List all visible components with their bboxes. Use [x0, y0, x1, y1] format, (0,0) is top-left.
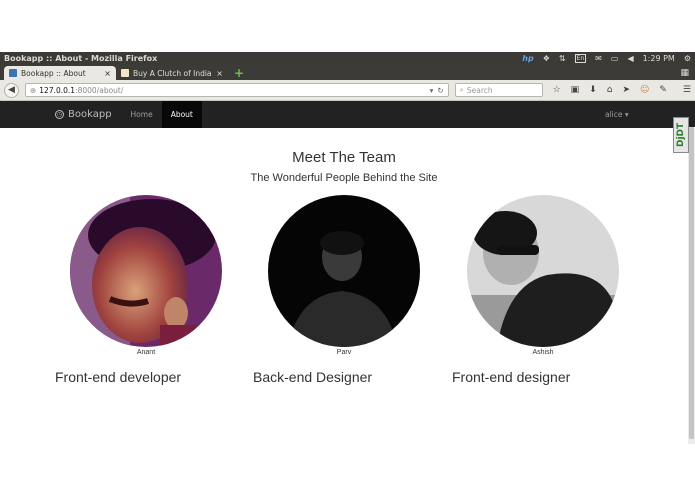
page-scrollbar[interactable] [688, 127, 695, 444]
battery-icon[interactable]: ▭ [611, 54, 619, 63]
amazon-favicon-icon [121, 69, 129, 77]
brand-logo-icon: ◷ [55, 110, 64, 119]
team-member-role: Front-end designer [452, 369, 571, 385]
avatar [70, 195, 222, 347]
django-debug-toolbar-handle[interactable]: DjDT [673, 117, 689, 153]
team-member-card: Anant [70, 195, 222, 356]
mail-icon[interactable]: ✉ [595, 54, 602, 63]
search-placeholder: Search [466, 85, 493, 95]
team-member-name: Anant [136, 349, 156, 356]
tab-close-icon[interactable]: × [216, 69, 223, 78]
browser-tab-strip: Bookapp :: About × Buy A Clutch of India… [0, 65, 695, 80]
tab-list-icon[interactable]: ▦ [680, 66, 695, 80]
volume-icon[interactable]: ◀ [627, 54, 633, 63]
network-icon[interactable]: ⇅ [559, 54, 566, 63]
url-dropdown-chevron-icon[interactable]: ▾ [430, 86, 434, 95]
hp-icon[interactable]: hp [522, 54, 533, 63]
clock[interactable]: 1:29 PM [643, 54, 675, 63]
tab-bookapp-about[interactable]: Bookapp :: About × [4, 66, 116, 80]
download-icon[interactable]: ⬇ [589, 85, 597, 95]
dropbox-icon[interactable]: ❖ [543, 54, 550, 63]
browser-navigation-bar: ◀ ⊕ 127.0.0.1 :8000/about/ ▾ ↻ ⌕ Search … [0, 80, 695, 101]
avatar [467, 195, 619, 347]
team-member-name: Ashish [532, 349, 554, 356]
nav-about-link[interactable]: About [161, 101, 202, 128]
page-title: Meet The Team [292, 149, 396, 166]
home-icon[interactable]: ⌂ [607, 85, 613, 95]
top-margin [0, 0, 695, 52]
brand-label: Bookapp [68, 109, 112, 120]
settings-gear-icon[interactable]: ⚙ [684, 54, 691, 63]
tab-label: Buy A Clutch of India... [133, 68, 213, 78]
brand-link[interactable]: ◷ Bookapp [55, 109, 112, 120]
url-path: :8000/about/ [75, 85, 124, 95]
reload-icon[interactable]: ↻ [437, 86, 443, 95]
url-host: 127.0.0.1 [39, 85, 76, 95]
page-subtitle: The Wonderful People Behind the Site [250, 172, 438, 184]
nav-home-link[interactable]: Home [122, 101, 162, 128]
browser-toolbar-icons: ☆ ▣ ⬇ ⌂ ➤ ☺ ✎ ☰ [553, 85, 691, 95]
window-title: Bookapp :: About - Mozilla Firefox [4, 54, 158, 63]
bookmark-star-icon[interactable]: ☆ [553, 85, 561, 95]
new-tab-plus-icon[interactable]: + [234, 66, 244, 80]
team-member-card: Ashish [467, 195, 619, 356]
menu-hamburger-icon[interactable]: ☰ [683, 85, 691, 95]
back-arrow-icon[interactable]: ◀ [4, 82, 19, 98]
page-content: Meet The Team The Wonderful People Behin… [0, 127, 688, 444]
search-field[interactable]: ⌕ Search [454, 83, 543, 97]
reading-list-icon[interactable]: ▣ [571, 85, 580, 95]
tab-label: Bookapp :: About [21, 68, 86, 78]
bookapp-favicon-icon [9, 69, 17, 77]
scrollbar-thumb[interactable] [689, 127, 694, 439]
addon-icon[interactable]: ☺ [640, 85, 649, 95]
bottom-margin [0, 444, 695, 494]
team-member-role: Back-end Designer [253, 369, 373, 385]
team-member-card: Parv [268, 195, 420, 356]
keyboard-layout-indicator[interactable]: En [574, 54, 587, 63]
avatar [268, 195, 420, 347]
system-tray: hp ❖ ⇅ En ✉ ▭ ◀ 1:29 PM ⚙ [522, 54, 691, 63]
team-member-name: Parv [336, 349, 352, 356]
search-icon: ⌕ [459, 85, 464, 94]
url-bar[interactable]: ⊕ 127.0.0.1 :8000/about/ ▾ ↻ [24, 83, 449, 97]
team-member-role: Front-end developer [55, 369, 182, 385]
send-icon[interactable]: ➤ [622, 85, 630, 95]
tab-close-icon[interactable]: × [104, 69, 111, 78]
tab-buy-clutch[interactable]: Buy A Clutch of India... × [116, 66, 228, 80]
app-navbar: ◷ Bookapp Home About alice ▾ [0, 101, 695, 128]
globe-icon: ⊕ [29, 85, 37, 95]
extension-icon[interactable]: ✎ [659, 85, 667, 95]
os-title-bar: Bookapp :: About - Mozilla Firefox hp ❖ … [0, 52, 695, 65]
user-dropdown[interactable]: alice ▾ [605, 101, 629, 128]
